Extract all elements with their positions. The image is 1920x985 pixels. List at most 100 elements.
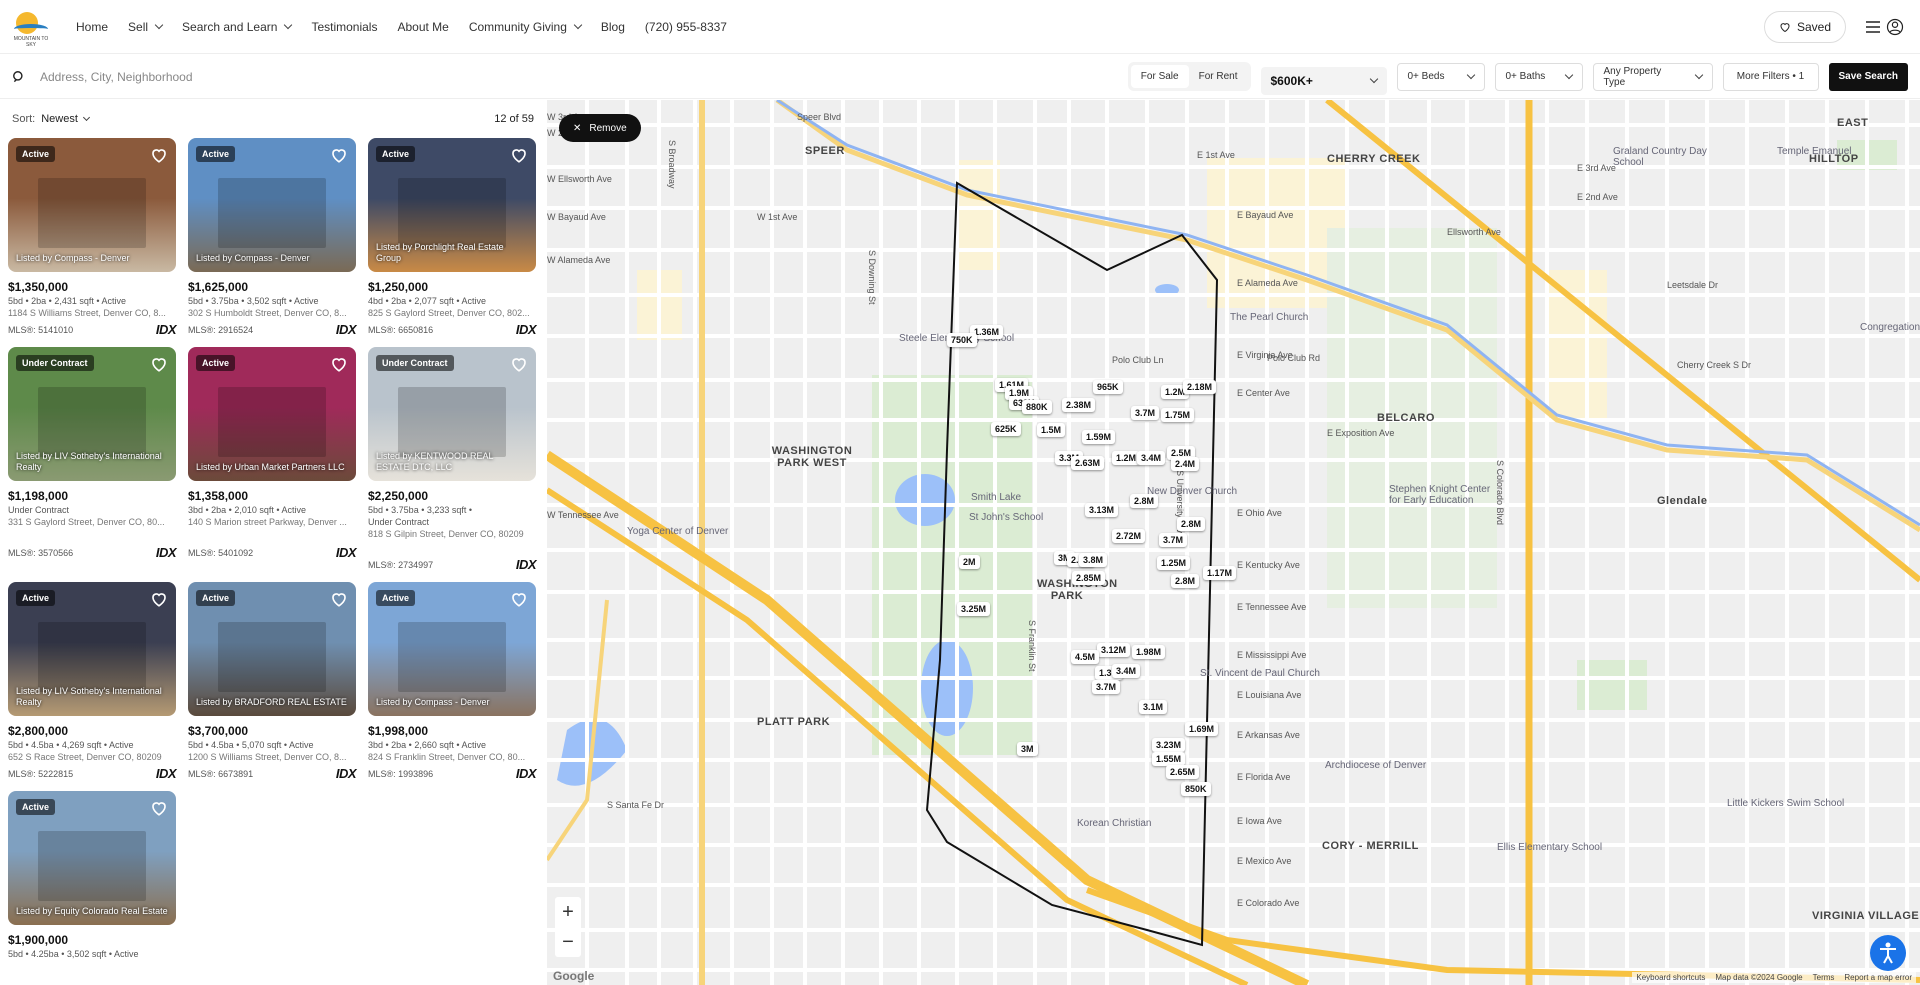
price-pin[interactable]: 3.1M	[1139, 700, 1168, 714]
listing-photo[interactable]: Active Listed by Porchlight Real Estate …	[368, 138, 536, 272]
listing-photo[interactable]: Active Listed by Compass - Denver	[8, 138, 176, 272]
price-filter[interactable]: $600K+	[1260, 66, 1387, 95]
price-pin[interactable]: 880K	[1022, 400, 1052, 414]
price-pin[interactable]: 1.5M	[1037, 423, 1066, 437]
map-poi-label[interactable]: Congregation	[1860, 322, 1920, 333]
favorite-heart-icon[interactable]	[330, 590, 348, 608]
listing-card[interactable]: Active Listed by Porchlight Real Estate …	[368, 138, 537, 337]
price-pin[interactable]: 2.63M	[1071, 456, 1105, 470]
map-footer-link[interactable]: Keyboard shortcuts	[1636, 973, 1705, 982]
map-poi-label[interactable]: Ellis Elementary School	[1497, 842, 1602, 853]
map-poi-label[interactable]: Temple Emanuel	[1777, 146, 1851, 157]
map-canvas[interactable]	[547, 100, 1920, 985]
listing-photo[interactable]: Active Listed by Compass - Denver	[188, 138, 356, 272]
price-pin[interactable]: 1.98M	[1132, 645, 1166, 659]
favorite-heart-icon[interactable]	[150, 146, 168, 164]
price-pin[interactable]: 2.4M	[1171, 457, 1200, 471]
price-pin[interactable]: 1.75M	[1161, 408, 1195, 422]
nav-item-sell[interactable]: Sell	[128, 20, 164, 34]
price-pin[interactable]: 3M	[1017, 742, 1038, 756]
more-filters-button[interactable]: More Filters • 1	[1722, 62, 1819, 91]
favorite-heart-icon[interactable]	[330, 355, 348, 373]
for-rent-toggle[interactable]: For Rent	[1189, 65, 1248, 88]
favorite-heart-icon[interactable]	[510, 355, 528, 373]
price-pin[interactable]: 2.72M	[1112, 529, 1146, 543]
map-view[interactable]: SPEERCHERRY CREEKWASHINGTON PARK WESTWAS…	[547, 100, 1920, 985]
account-menu-button[interactable]	[1860, 18, 1910, 36]
price-pin[interactable]: 4.5M	[1071, 650, 1100, 664]
price-pin[interactable]: 3.13M	[1085, 503, 1119, 517]
accessibility-button[interactable]	[1870, 935, 1906, 971]
listing-photo[interactable]: Under Contract Listed by LIV Sotheby's I…	[8, 347, 176, 481]
nav-item-home[interactable]: Home	[76, 20, 108, 34]
map-poi-label[interactable]: St John's School	[969, 512, 1043, 523]
map-poi-label[interactable]: Korean Christian	[1077, 818, 1151, 829]
for-sale-toggle[interactable]: For Sale	[1130, 65, 1189, 88]
nav-item-testimonials[interactable]: Testimonials	[311, 20, 377, 34]
listing-card[interactable]: Active Listed by BRADFORD REAL ESTATE $3…	[188, 582, 357, 781]
listing-photo[interactable]: Under Contract Listed by KENTWOOD REAL E…	[368, 347, 536, 481]
nav-item-community-giving[interactable]: Community Giving	[469, 20, 583, 34]
price-pin[interactable]: 2.85M	[1072, 571, 1106, 585]
map-poi-label[interactable]: Smith Lake	[971, 492, 1021, 503]
favorite-heart-icon[interactable]	[510, 146, 528, 164]
price-pin[interactable]: 3.4M	[1137, 451, 1166, 465]
favorite-heart-icon[interactable]	[150, 355, 168, 373]
listing-photo[interactable]: Active Listed by Urban Market Partners L…	[188, 347, 356, 481]
sort-dropdown[interactable]: Sort: Newest	[12, 113, 90, 125]
zoom-in-button[interactable]: +	[555, 897, 581, 927]
nav-item-about-me[interactable]: About Me	[397, 20, 448, 34]
map-poi-label[interactable]: Archdiocese of Denver	[1325, 760, 1426, 771]
price-pin[interactable]: 2.65M	[1166, 765, 1200, 779]
price-pin[interactable]: 2.8M	[1177, 517, 1206, 531]
favorite-heart-icon[interactable]	[330, 146, 348, 164]
price-pin[interactable]: 1.25M	[1157, 556, 1191, 570]
price-pin[interactable]: 965K	[1093, 380, 1123, 394]
listing-card[interactable]: Active Listed by Equity Colorado Real Es…	[8, 791, 176, 961]
zoom-out-button[interactable]: −	[555, 927, 581, 957]
price-pin[interactable]: 2M	[959, 555, 980, 569]
save-search-button[interactable]: Save Search	[1828, 62, 1908, 91]
listing-card[interactable]: Active Listed by Compass - Denver $1,998…	[368, 582, 537, 781]
price-pin[interactable]: 750K	[947, 333, 977, 347]
price-pin[interactable]: 1.69M	[1185, 722, 1219, 736]
listing-photo[interactable]: Active Listed by Compass - Denver	[368, 582, 536, 716]
price-pin[interactable]: 2.8M	[1171, 574, 1200, 588]
listing-card[interactable]: Under Contract Listed by KENTWOOD REAL E…	[368, 347, 537, 572]
map-poi-label[interactable]: Stephen Knight Center for Early Educatio…	[1389, 484, 1499, 506]
price-pin[interactable]: 625K	[991, 422, 1021, 436]
price-pin[interactable]: 2.8M	[1130, 494, 1159, 508]
map-poi-label[interactable]: Graland Country Day School	[1613, 146, 1723, 168]
price-pin[interactable]: 3.23M	[1152, 738, 1186, 752]
price-pin[interactable]: 1.2M	[1112, 451, 1141, 465]
price-pin[interactable]: 1.59M	[1082, 430, 1116, 444]
listing-card[interactable]: Active Listed by Urban Market Partners L…	[188, 347, 357, 572]
brand-logo[interactable]: MOUNTAIN TO SKY	[10, 6, 52, 48]
price-pin[interactable]: 1.17M	[1203, 566, 1237, 580]
map-poi-label[interactable]: The Pearl Church	[1230, 312, 1308, 323]
price-pin[interactable]: 3.8M	[1079, 553, 1108, 567]
remove-area-button[interactable]: ✕ Remove	[559, 114, 641, 142]
price-pin[interactable]: 3.12M	[1097, 643, 1131, 657]
price-pin[interactable]: 1.55M	[1152, 752, 1186, 766]
map-footer-link[interactable]: Report a map error	[1844, 973, 1912, 982]
nav-item-search-and-learn[interactable]: Search and Learn	[182, 20, 293, 34]
price-pin[interactable]: 3.7M	[1159, 533, 1188, 547]
map-poi-label[interactable]: Little Kickers Swim School	[1727, 798, 1844, 809]
map-poi-label[interactable]: St. Vincent de Paul Church	[1200, 668, 1320, 679]
baths-filter[interactable]: 0+ Baths	[1494, 62, 1583, 91]
price-pin[interactable]: 850K	[1181, 782, 1211, 796]
map-poi-label[interactable]: New Denver Church	[1147, 486, 1237, 497]
price-pin[interactable]: 2.18M	[1183, 380, 1217, 394]
price-pin[interactable]: 3.25M	[957, 602, 991, 616]
favorite-heart-icon[interactable]	[150, 799, 168, 817]
price-pin[interactable]: 3.7M	[1092, 680, 1121, 694]
saved-button[interactable]: Saved	[1763, 10, 1846, 43]
listing-card[interactable]: Under Contract Listed by LIV Sotheby's I…	[8, 347, 177, 572]
property-type-filter[interactable]: Any Property Type	[1592, 62, 1713, 91]
price-pin[interactable]: 3.4M	[1112, 664, 1141, 678]
map-footer-link[interactable]: Map data ©2024 Google	[1715, 973, 1802, 982]
listing-card[interactable]: Active Listed by Compass - Denver $1,625…	[188, 138, 357, 337]
listing-photo[interactable]: Active Listed by BRADFORD REAL ESTATE	[188, 582, 356, 716]
price-pin[interactable]: 3.7M	[1131, 406, 1160, 420]
